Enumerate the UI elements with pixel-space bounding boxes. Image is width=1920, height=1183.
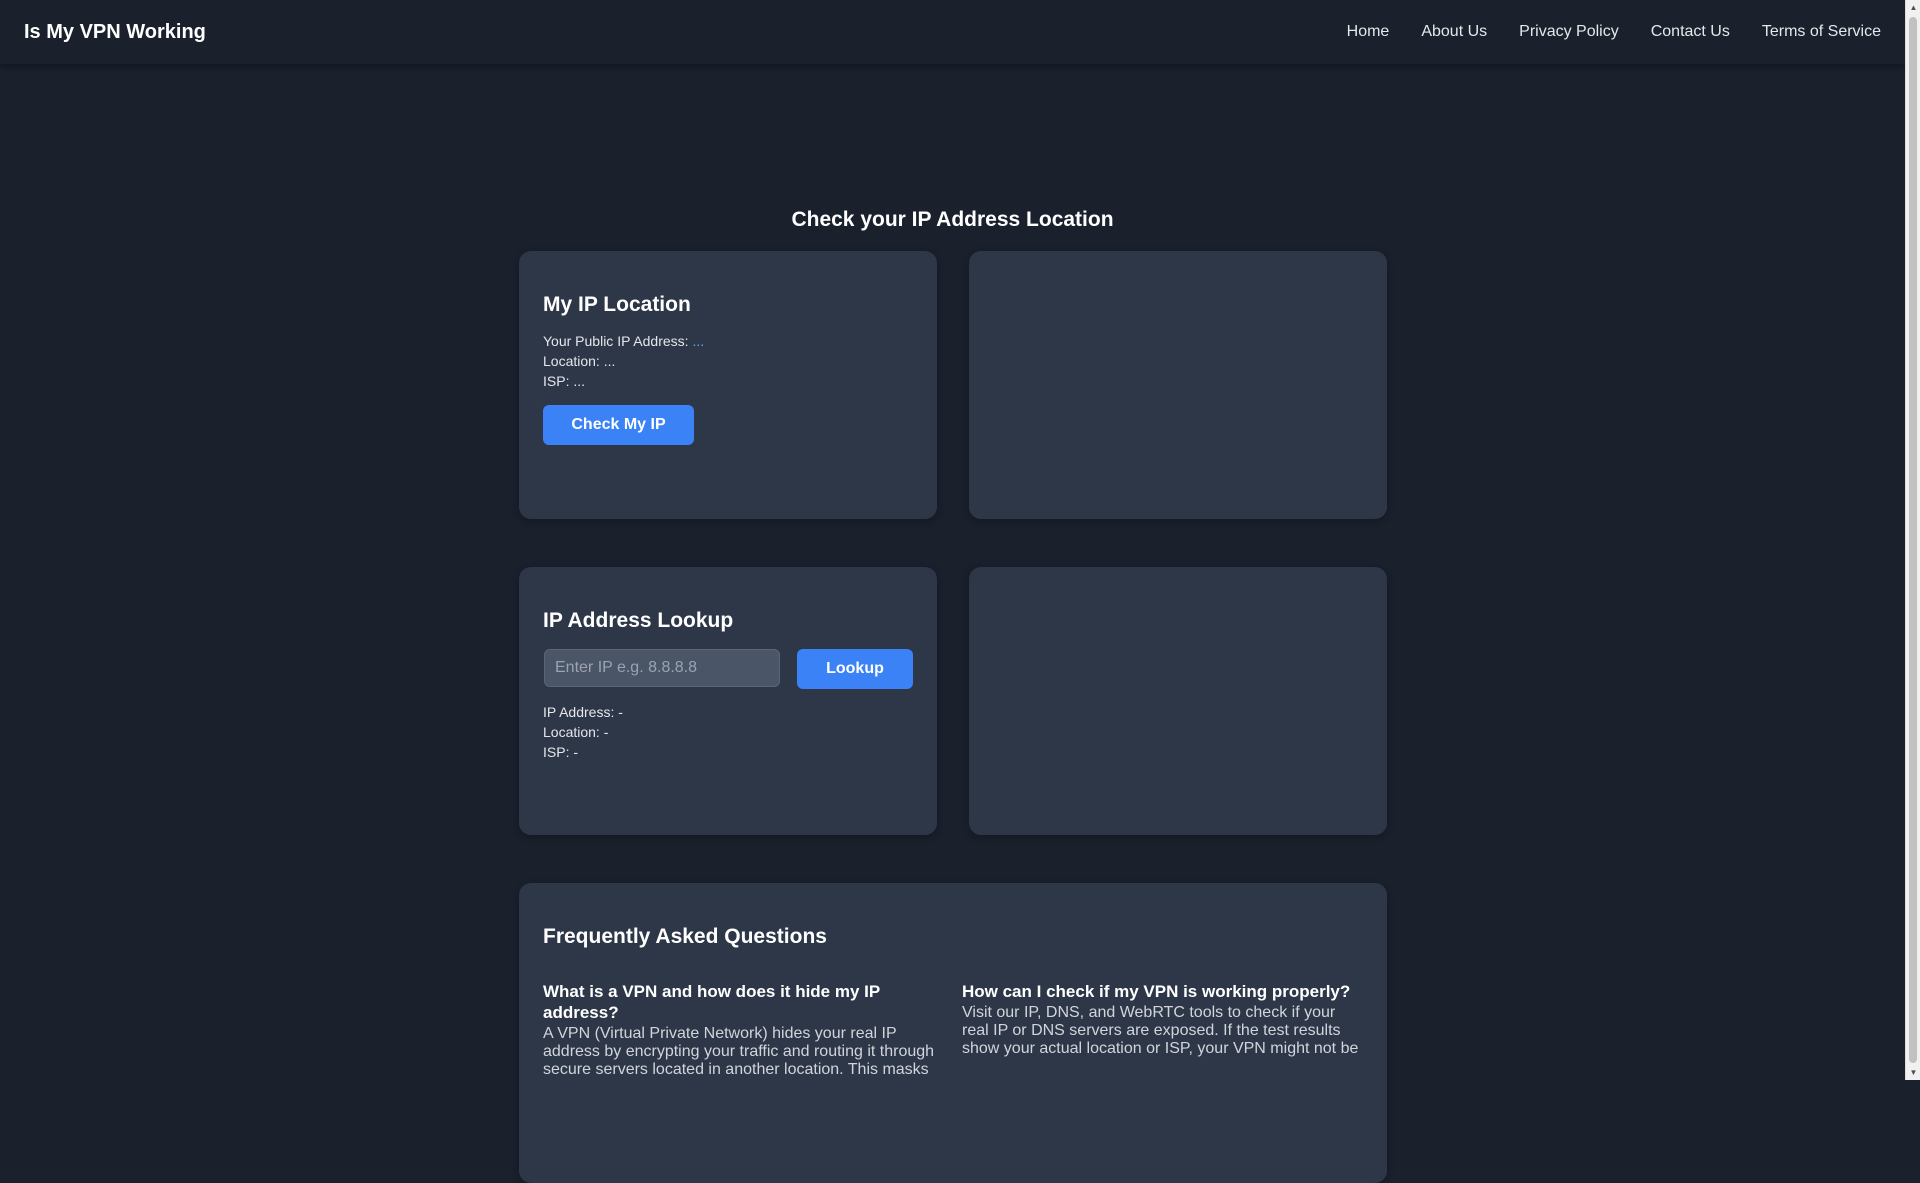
location-line: Location: ... [543,353,616,369]
placeholder-card-top [969,251,1387,519]
nav-link-contact-us[interactable]: Contact Us [1651,23,1730,41]
scroll-down-arrow-icon[interactable]: ▼ [1906,1065,1920,1080]
lookup-ip-line: IP Address: - [543,704,623,720]
vertical-scrollbar[interactable]: ▲ ▼ [1905,0,1920,1080]
ip-lookup-card: IP Address Lookup Lookup IP Address: - L… [519,567,937,835]
isp-line: ISP: ... [543,373,586,389]
faq-question: What is a VPN and how does it hide my IP… [543,982,880,1022]
nav-link-about-us[interactable]: About Us [1421,23,1487,41]
faq-title: Frequently Asked Questions [543,925,827,948]
faq-item: What is a VPN and how does it hide my IP… [543,981,943,1079]
faq-answer: Visit our IP, DNS, and WebRTC tools to c… [962,1004,1359,1057]
faq-answer: A VPN (Virtual Private Network) hides yo… [543,1025,935,1078]
nav-link-privacy-policy[interactable]: Privacy Policy [1519,23,1619,41]
nav-link-terms-of-service[interactable]: Terms of Service [1762,23,1881,41]
faq-card: Frequently Asked Questions What is a VPN… [519,883,1387,1183]
public-ip-value: ... [692,333,705,349]
placeholder-card-bottom [969,567,1387,835]
faq-item: How can I check if my VPN is working pro… [962,981,1362,1058]
my-ip-location-card: My IP Location Your Public IP Address: .… [519,251,937,519]
lookup-button[interactable]: Lookup [797,649,913,689]
ip-lookup-input[interactable] [544,649,780,687]
lookup-isp-line: ISP: - [543,744,579,760]
my-ip-location-title: My IP Location [543,293,691,316]
public-ip-line: Your Public IP Address: ... [543,333,704,349]
top-navbar: Is My VPN Working Home About Us Privacy … [0,0,1905,64]
page-title: Check your IP Address Location [791,208,1114,231]
nav-link-home[interactable]: Home [1347,23,1390,41]
check-my-ip-button[interactable]: Check My IP [543,405,694,445]
lookup-location-line: Location: - [543,724,609,740]
scrollbar-thumb[interactable] [1909,17,1917,1063]
nav-links: Home About Us Privacy Policy Contact Us … [1315,23,1881,41]
brand-link[interactable]: Is My VPN Working [24,21,206,44]
ip-lookup-title: IP Address Lookup [543,609,734,632]
public-ip-label: Your Public IP Address: [543,333,693,349]
scroll-up-arrow-icon[interactable]: ▲ [1906,0,1920,15]
faq-question: How can I check if my VPN is working pro… [962,982,1351,1001]
